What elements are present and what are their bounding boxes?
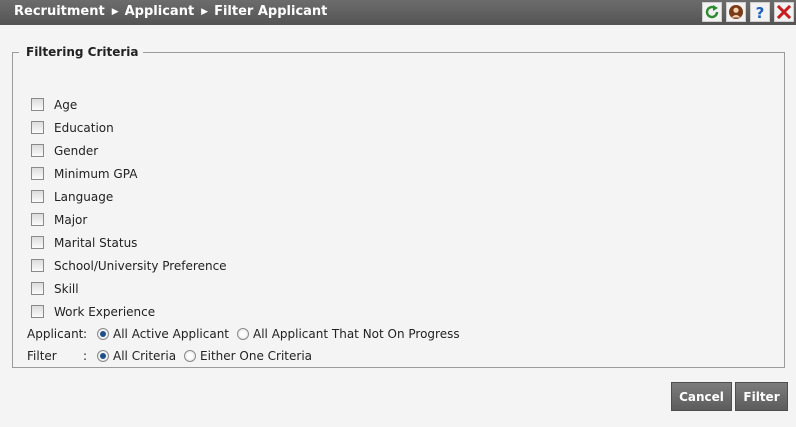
skill-label: Skill	[54, 281, 79, 296]
criteria-list: Age Education Gender Minimum GPA Languag…	[31, 93, 227, 323]
breadcrumb: Recruitment ▶ Applicant ▶ Filter Applicant	[14, 0, 327, 25]
person-help-icon	[729, 5, 743, 19]
close-icon	[776, 4, 792, 20]
close-button[interactable]	[774, 2, 794, 22]
minimum-gpa-label: Minimum GPA	[54, 166, 138, 181]
criteria-language[interactable]: Language	[31, 185, 227, 208]
breadcrumb-separator-icon: ▶	[201, 7, 209, 17]
applicant-option-row: Applicant : All Active Applicant All App…	[27, 324, 468, 344]
criteria-marital-status[interactable]: Marital Status	[31, 231, 227, 254]
criteria-skill[interactable]: Skill	[31, 277, 227, 300]
refresh-icon	[705, 5, 719, 19]
skill-checkbox[interactable]	[31, 282, 44, 295]
help-icon: ?	[756, 4, 765, 20]
gender-label: Gender	[54, 143, 99, 158]
school-university-preference-checkbox[interactable]	[31, 259, 44, 272]
help-button[interactable]: ?	[750, 2, 770, 22]
all-active-applicant-label[interactable]: All Active Applicant	[113, 327, 229, 341]
criteria-work-experience[interactable]: Work Experience	[31, 300, 227, 323]
refresh-button[interactable]	[702, 2, 722, 22]
minimum-gpa-checkbox[interactable]	[31, 167, 44, 180]
filter-label: Filter	[27, 349, 57, 363]
breadcrumb-filter-applicant: Filter Applicant	[214, 4, 328, 19]
age-label: Age	[54, 97, 78, 112]
marital-status-checkbox[interactable]	[31, 236, 44, 249]
criteria-age[interactable]: Age	[31, 93, 227, 116]
all-applicant-not-on-progress-radio[interactable]	[237, 328, 249, 340]
either-one-criteria-radio[interactable]	[184, 350, 197, 362]
work-experience-label: Work Experience	[54, 304, 156, 319]
filter-button[interactable]: Filter	[735, 382, 788, 411]
breadcrumb-recruitment[interactable]: Recruitment	[14, 4, 105, 19]
title-bar: Recruitment ▶ Applicant ▶ Filter Applicant ?	[0, 0, 796, 25]
language-checkbox[interactable]	[31, 190, 44, 203]
applicant-colon: :	[83, 327, 88, 341]
filter-option-row: Filter : All Criteria Either One Criteri…	[27, 346, 320, 366]
education-label: Education	[54, 120, 114, 135]
criteria-gender[interactable]: Gender	[31, 139, 227, 162]
svg-text:?: ?	[756, 4, 765, 20]
cancel-button[interactable]: Cancel	[671, 382, 732, 411]
all-applicant-not-on-progress-label[interactable]: All Applicant That Not On Progress	[253, 327, 460, 341]
criteria-education[interactable]: Education	[31, 116, 227, 139]
either-one-criteria-label[interactable]: Either One Criteria	[200, 349, 312, 363]
education-checkbox[interactable]	[31, 121, 44, 134]
criteria-minimum-gpa[interactable]: Minimum GPA	[31, 162, 227, 185]
applicant-label: Applicant	[27, 327, 84, 341]
work-experience-checkbox[interactable]	[31, 305, 44, 318]
language-label: Language	[54, 189, 114, 204]
criteria-school-university-preference[interactable]: School/University Preference	[31, 254, 227, 277]
marital-status-label: Marital Status	[54, 235, 138, 250]
major-label: Major	[54, 212, 88, 227]
toolbar-icons: ?	[702, 2, 794, 23]
criteria-major[interactable]: Major	[31, 208, 227, 231]
breadcrumb-applicant[interactable]: Applicant	[125, 4, 195, 19]
age-checkbox[interactable]	[31, 98, 44, 111]
all-criteria-label[interactable]: All Criteria	[113, 349, 176, 363]
filter-colon: :	[83, 349, 88, 363]
all-active-applicant-radio[interactable]	[97, 328, 109, 340]
person-help-button[interactable]	[726, 2, 746, 22]
all-criteria-radio[interactable]	[97, 350, 109, 362]
school-university-preference-label: School/University Preference	[54, 258, 227, 273]
gender-checkbox[interactable]	[31, 144, 44, 157]
major-checkbox[interactable]	[31, 213, 44, 226]
filtering-criteria-legend: Filtering Criteria	[26, 45, 139, 59]
filtering-criteria-fieldset: Filtering Criteria Age Education Gender …	[12, 45, 785, 368]
breadcrumb-separator-icon: ▶	[111, 7, 119, 17]
